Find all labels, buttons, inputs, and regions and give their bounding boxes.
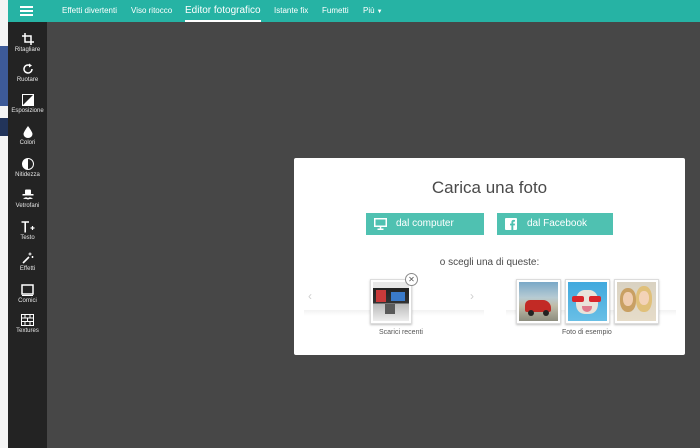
- half-circle-icon: [21, 158, 34, 170]
- tool-colori[interactable]: Colori: [8, 121, 47, 151]
- facebook-icon: [505, 218, 517, 230]
- magic-wand-icon: [21, 252, 33, 264]
- edge-navy-block: [0, 118, 8, 136]
- sample-photo-friends[interactable]: [614, 279, 659, 324]
- tool-ritagliare[interactable]: Ritagliare: [8, 28, 47, 58]
- sample-car-image: [519, 282, 558, 321]
- choose-sample-subtitle: o scegli una di queste:: [439, 257, 540, 268]
- thumb-detail: [385, 304, 395, 314]
- thumb-detail: [391, 292, 405, 301]
- tool-label: Vetrofani: [15, 203, 40, 209]
- thumb-detail: [528, 310, 534, 316]
- tool-testo[interactable]: Testo: [8, 216, 47, 246]
- tool-label: Ritagliare: [14, 47, 41, 53]
- nav-piu-label: Più: [363, 6, 375, 15]
- carousel-next-arrow-icon[interactable]: ›: [470, 289, 474, 303]
- tool-label: Colori: [19, 140, 36, 146]
- upload-panel: Carica una foto dal computer dal Faceboo…: [294, 158, 685, 355]
- tool-sidebar: Ritagliare Ruotare Esposizione Colori Ni…: [8, 22, 47, 448]
- tool-label: Testo: [20, 235, 35, 241]
- upload-from-facebook-label: dal Facebook: [527, 218, 588, 229]
- drop-icon: [23, 126, 32, 138]
- tool-vetrofani[interactable]: Vetrofani: [8, 184, 47, 214]
- nav-piu[interactable]: Più ▼: [363, 0, 383, 22]
- sample-photos-caption: Foto di esempio: [562, 329, 612, 336]
- tool-nitidezza[interactable]: Nitidezza: [8, 153, 47, 183]
- nav-istante-fix[interactable]: Istante fix: [274, 0, 308, 22]
- thumb-detail: [623, 292, 633, 306]
- edge-blue-block: [0, 46, 8, 106]
- top-nav-bar: Effetti divertenti Viso ritocco Editor f…: [8, 0, 700, 22]
- thumb-detail: [639, 291, 649, 305]
- tool-label: Cornici: [18, 298, 37, 304]
- panel-title: Carica una foto: [431, 178, 548, 197]
- recent-download-thumbnail[interactable]: [370, 279, 412, 324]
- text-plus-icon: [21, 221, 34, 233]
- thumb-detail: [572, 296, 584, 302]
- nav-fumetti[interactable]: Fumetti: [322, 0, 349, 22]
- hamburger-menu-icon[interactable]: [20, 6, 33, 16]
- hat-mustache-icon: [22, 189, 33, 200]
- thumb-detail: [376, 290, 386, 302]
- tool-textures[interactable]: Textures: [8, 309, 47, 339]
- rotate-icon: [22, 63, 33, 74]
- sample-dog-image: [568, 282, 607, 321]
- frame-icon: [21, 284, 34, 296]
- texture-icon: [21, 314, 34, 326]
- nav-effetti-divertenti[interactable]: Effetti divertenti: [62, 0, 117, 22]
- tool-effetti[interactable]: Effetti: [8, 247, 47, 277]
- upload-from-computer-button[interactable]: dal computer: [366, 213, 484, 235]
- upload-from-facebook-button[interactable]: dal Facebook: [497, 213, 613, 235]
- sample-photo-dog[interactable]: [565, 279, 610, 324]
- thumb-detail: [589, 296, 601, 302]
- carousel-prev-arrow-icon[interactable]: ‹: [308, 289, 312, 303]
- tool-ruotare[interactable]: Ruotare: [8, 58, 47, 88]
- monitor-icon: [374, 218, 387, 230]
- left-edge-strip: [0, 0, 8, 448]
- remove-recent-close-icon[interactable]: ✕: [405, 273, 418, 286]
- tool-label: Nitidezza: [15, 172, 40, 178]
- nav-viso-ritocco[interactable]: Viso ritocco: [131, 0, 172, 22]
- tool-label: Effetti: [19, 266, 36, 272]
- recent-downloads-caption: Scarici recenti: [379, 329, 423, 336]
- caret-down-icon: ▼: [376, 9, 383, 15]
- sample-photo-car[interactable]: [516, 279, 561, 324]
- tool-esposizione[interactable]: Esposizione: [8, 89, 47, 119]
- tool-label: Textures: [16, 328, 39, 334]
- tool-cornici[interactable]: Cornici: [8, 279, 47, 309]
- crop-icon: [21, 33, 34, 45]
- nav-editor-fotografico[interactable]: Editor fotografico: [185, 0, 261, 22]
- recent-thumbnail-image: [373, 282, 409, 321]
- thumb-detail: [543, 310, 549, 316]
- upload-from-computer-label: dal computer: [396, 218, 454, 229]
- exposure-icon: [21, 94, 34, 106]
- tool-label: Ruotare: [16, 77, 39, 83]
- sample-friends-image: [617, 282, 656, 321]
- tool-label: Esposizione: [11, 108, 44, 114]
